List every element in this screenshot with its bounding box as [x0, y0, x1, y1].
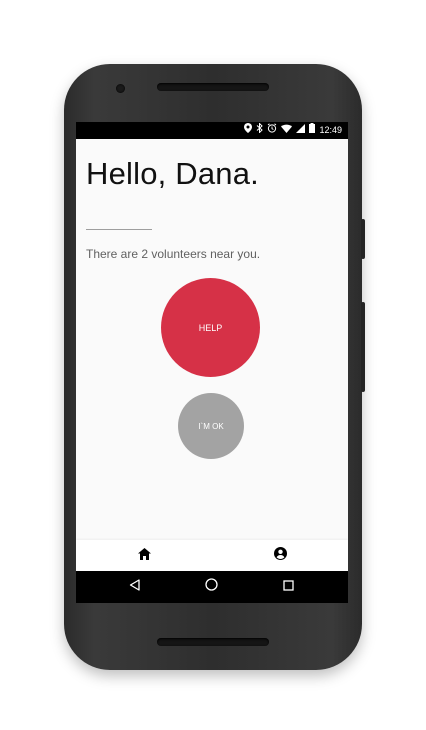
recents-button[interactable] [268, 571, 308, 603]
home-circle-icon [204, 578, 218, 596]
back-icon [129, 578, 140, 596]
account-circle-icon [273, 546, 287, 565]
divider [86, 229, 152, 230]
nav-item-home[interactable] [76, 540, 212, 571]
alarm-icon [267, 122, 277, 139]
volunteers-count-text: There are 2 volunteers near you. [86, 247, 261, 261]
home-button[interactable] [191, 571, 231, 603]
back-button[interactable] [114, 571, 154, 603]
power-button [361, 302, 365, 392]
system-navigation-bar [76, 571, 348, 603]
battery-icon [309, 122, 316, 139]
screen: 12:49 Hello, Dana. There are 2 volunteer… [76, 122, 348, 603]
recents-icon [282, 578, 294, 596]
top-speaker [157, 83, 269, 91]
phone-frame: 12:49 Hello, Dana. There are 2 volunteer… [64, 64, 365, 670]
volume-button [361, 219, 365, 259]
bottom-speaker [157, 638, 269, 646]
wifi-icon [281, 122, 293, 139]
front-camera [116, 84, 125, 93]
im-ok-button-label: I`M OK [198, 421, 224, 431]
signal-icon [296, 122, 306, 139]
bottom-navigation [76, 540, 348, 571]
help-button[interactable]: HELP [161, 278, 260, 377]
greeting-heading: Hello, Dana. [86, 156, 259, 191]
bluetooth-icon [256, 122, 264, 139]
status-time: 12:49 [319, 125, 342, 135]
location-icon [244, 122, 253, 139]
im-ok-button[interactable]: I`M OK [178, 393, 244, 459]
help-button-label: HELP [198, 322, 223, 333]
home-icon [137, 547, 151, 565]
nav-item-profile[interactable] [212, 540, 348, 571]
status-bar: 12:49 [76, 122, 348, 139]
